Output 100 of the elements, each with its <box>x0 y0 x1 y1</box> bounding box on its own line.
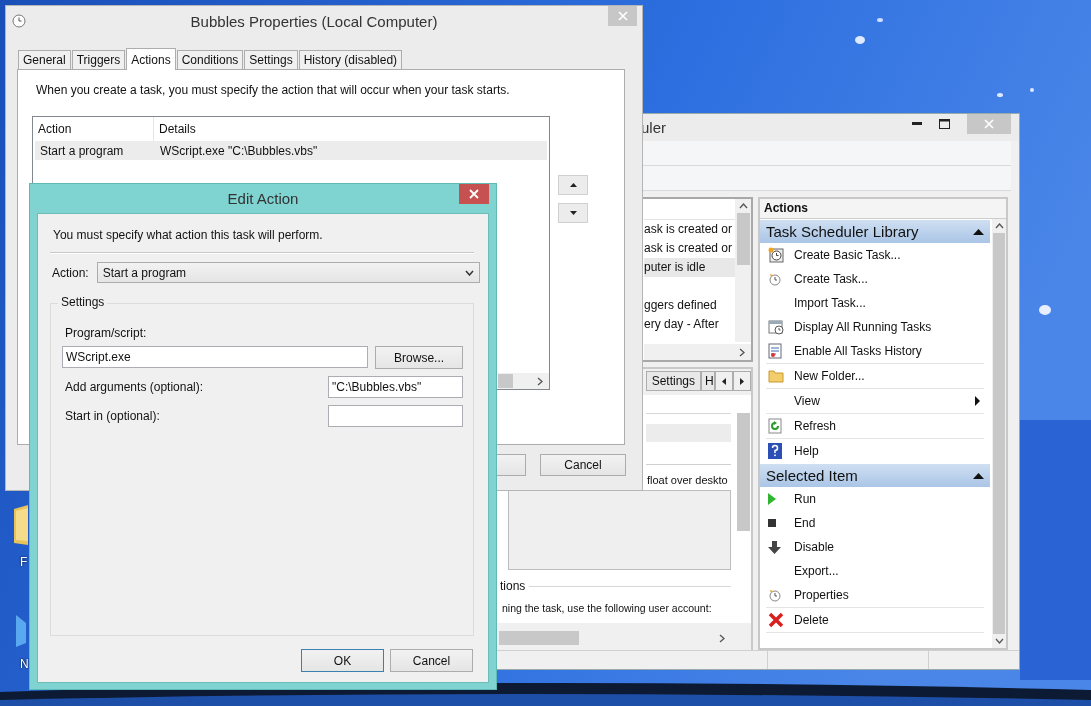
clock-icon <box>768 272 782 286</box>
cross-icon <box>768 612 784 628</box>
desktop-icon-label[interactable]: N <box>14 657 29 671</box>
tab[interactable]: Settings <box>244 50 298 69</box>
section-title: Selected Item <box>766 467 858 484</box>
task-row[interactable]: ask is created or <box>644 239 736 258</box>
action-item[interactable]: Help <box>766 439 985 463</box>
tab[interactable]: History (disabled) <box>298 50 403 69</box>
refresh-icon <box>768 418 782 434</box>
group-title: Settings <box>58 295 108 309</box>
cancel-button[interactable]: Cancel <box>390 649 473 672</box>
right-chevron-icon[interactable] <box>739 347 745 357</box>
right-chevron-icon[interactable] <box>537 376 543 386</box>
right-triangle-icon <box>740 377 744 385</box>
instruction-text: You must specify what action this task will perform. <box>52 228 324 242</box>
section-header[interactable]: Task Scheduler Library <box>760 220 991 243</box>
task-row[interactable]: ask is created or <box>644 220 736 239</box>
cancel-button[interactable]: Cancel <box>540 454 626 476</box>
scrollbar[interactable] <box>735 199 751 342</box>
table-cell-text: Start a program <box>39 143 125 158</box>
window-title: Bubbles Properties (Local Computer) <box>190 12 438 30</box>
close-icon <box>984 119 994 129</box>
folder-icon[interactable] <box>14 503 28 547</box>
pane-title: Actions <box>760 199 1006 219</box>
dialog-title: Edit Action <box>227 190 299 207</box>
account-text: ning the task, use the following user account: <box>502 602 713 614</box>
action-item[interactable]: Properties <box>766 583 985 608</box>
section-header[interactable]: Selected Item <box>760 464 991 487</box>
action-item[interactable]: Create Task... <box>766 267 985 291</box>
action-item[interactable]: Create Basic Task... <box>766 243 985 267</box>
table-cell-text: WScript.exe "C:\Bubbles.vbs" <box>159 143 318 158</box>
task-row[interactable]: puter is idle <box>644 258 736 277</box>
close-icon <box>617 11 628 21</box>
folder-icon <box>768 369 784 383</box>
clock-icon <box>768 588 782 602</box>
move-down-button[interactable] <box>558 203 588 223</box>
description-text: When you create a task, you must specify the action that will occur when your task starts. <box>35 83 511 99</box>
action-item[interactable]: New Folder... <box>766 364 985 389</box>
chevron-icon <box>465 269 474 276</box>
action-item[interactable]: Export... <box>766 559 985 583</box>
field-label: Add arguments (optional): <box>65 380 204 394</box>
scrollbar[interactable] <box>992 219 1006 648</box>
tab[interactable]: General <box>18 50 71 69</box>
action-item[interactable]: Refresh <box>766 414 985 439</box>
clock-icon <box>12 14 26 28</box>
calendar-clock-icon <box>768 319 784 335</box>
scrollbar[interactable] <box>644 344 751 360</box>
description-text: float over deskto <box>647 473 729 488</box>
field-label: Start in (optional): <box>65 409 160 423</box>
column-header[interactable]: Action <box>33 122 153 136</box>
play-icon <box>768 493 776 505</box>
right-chevron-icon[interactable] <box>719 633 725 643</box>
field-label: Program/script: <box>64 326 148 340</box>
notepad-icon <box>768 343 782 359</box>
task-row[interactable]: ggers defined <box>644 296 736 315</box>
minimize-icon[interactable] <box>912 122 922 126</box>
scroll-left-button[interactable] <box>715 371 733 391</box>
action-dropdown[interactable]: Start a program <box>96 262 480 283</box>
close-icon <box>469 189 479 199</box>
tab[interactable]: H <box>701 371 715 391</box>
maximize-icon[interactable] <box>939 119 950 129</box>
arrow-icon[interactable] <box>14 613 26 649</box>
task-row[interactable]: ery day - After <box>644 315 736 334</box>
field-label: Action: <box>52 265 89 280</box>
browse-button[interactable]: Browse... <box>375 346 463 369</box>
clock-icon <box>768 247 784 263</box>
input-field[interactable]: WScript.exe <box>62 346 369 368</box>
action-item[interactable]: Import Task... <box>766 291 985 315</box>
input-field[interactable]: "C:\Bubbles.vbs" <box>328 376 463 398</box>
down-chevron-icon[interactable] <box>994 638 1004 644</box>
submenu-arrow-icon <box>975 396 981 406</box>
scrollbar[interactable] <box>498 373 549 389</box>
action-item[interactable]: Run <box>766 487 985 511</box>
input-field[interactable] <box>328 405 463 427</box>
ok-button[interactable]: OK <box>301 649 384 672</box>
up-arrow-icon <box>569 183 577 187</box>
tab[interactable]: Actions <box>126 48 176 70</box>
up-chevron-icon[interactable] <box>994 223 1004 229</box>
up-chevron-icon[interactable] <box>738 203 748 209</box>
down-arrow-icon <box>768 540 781 554</box>
action-item[interactable]: End <box>766 511 985 535</box>
list-row[interactable]: Start a program WScript.exe "C:\Bubbles.vbs" <box>35 141 547 160</box>
down-arrow-icon <box>569 211 577 215</box>
action-item[interactable]: Display All Running Tasks <box>766 315 985 339</box>
action-item[interactable]: Delete <box>766 608 985 633</box>
tab[interactable]: Conditions <box>176 50 244 69</box>
tab[interactable]: Settings <box>645 371 701 391</box>
tab[interactable]: Triggers <box>71 50 126 69</box>
section-title: tions <box>500 579 526 593</box>
move-up-button[interactable] <box>558 175 588 195</box>
scroll-right-button[interactable] <box>733 371 751 391</box>
desktop-icon-label[interactable]: F <box>14 555 28 569</box>
section-title: Task Scheduler Library <box>766 223 919 240</box>
left-triangle-icon <box>722 377 726 385</box>
close-button[interactable] <box>459 184 489 204</box>
action-item[interactable]: Disable <box>766 535 985 559</box>
help-icon <box>768 443 782 459</box>
action-item[interactable]: Enable All Tasks History <box>766 339 985 364</box>
action-item[interactable]: View <box>766 389 985 414</box>
stop-icon <box>768 519 776 527</box>
